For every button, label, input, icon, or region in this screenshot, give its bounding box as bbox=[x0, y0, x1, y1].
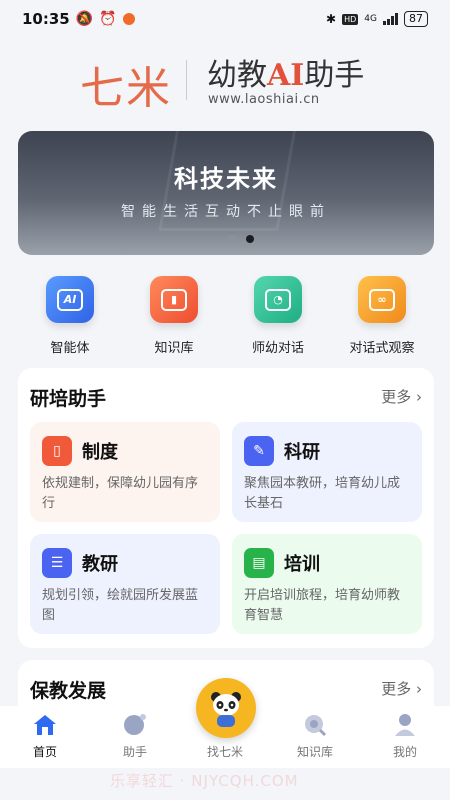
tab-label: 找七米 bbox=[206, 745, 243, 759]
promo-banner[interactable]: 科技未来 智能生活互动不止眼前 bbox=[18, 131, 434, 255]
signal-icon bbox=[383, 13, 398, 25]
quick-entry-grid: AI 智能体 ▮ 知识库 ◔ 师幼对话 ∞ 对话式观察 bbox=[18, 276, 434, 356]
battery-icon: 87 bbox=[404, 11, 428, 27]
brand-url: www.laoshiai.cn bbox=[208, 92, 320, 107]
home-icon bbox=[32, 713, 58, 737]
dialogue-icon: ◔ bbox=[254, 276, 302, 323]
tab-label: 首页 bbox=[32, 745, 57, 759]
section-title: 保教发展 bbox=[30, 680, 107, 702]
card-desc: 依规建制，保障幼儿园有序行 bbox=[42, 476, 199, 511]
knowledge-icon bbox=[302, 713, 328, 737]
tab-home[interactable]: 首页 bbox=[5, 713, 85, 760]
network-type: 4G bbox=[364, 14, 377, 24]
hd-icon: HD bbox=[342, 13, 359, 25]
logo-divider bbox=[186, 60, 187, 100]
battery-level: 87 bbox=[409, 12, 423, 25]
more-link[interactable]: 更多 › bbox=[381, 678, 422, 699]
observe-icon: ∞ bbox=[358, 276, 406, 323]
quick-entry-agent[interactable]: AI 智能体 bbox=[18, 276, 122, 356]
training-icon: ▤ bbox=[244, 548, 274, 578]
more-label: 更多 bbox=[381, 680, 412, 698]
card-title: 科研 bbox=[284, 442, 320, 463]
chevron-right-icon: › bbox=[416, 388, 422, 406]
notification-dot-icon bbox=[122, 13, 135, 25]
card-teaching[interactable]: ☰ 教研 规划引领，绘就园所发展蓝图 bbox=[30, 534, 220, 634]
brand-logo: 七米 bbox=[80, 63, 172, 114]
teaching-icon: ☰ bbox=[42, 548, 72, 578]
profile-icon bbox=[392, 713, 418, 737]
status-bar: 10:35 🔕 ⏰ ✱ HD 4G 87 bbox=[0, 0, 450, 38]
research-assistant-panel: 研培助手 更多 › ▯ 制度 依规建制，保障幼儿园有序行 ✎ 科研 聚焦园本教研… bbox=[18, 368, 434, 648]
research-icon: ✎ bbox=[244, 436, 274, 466]
quick-entry-dialogue[interactable]: ◔ 师幼对话 bbox=[226, 276, 330, 356]
card-desc: 规划引领，绘就园所发展蓝图 bbox=[42, 588, 199, 623]
quick-entry-label: 知识库 bbox=[154, 341, 194, 356]
banner-dot-2[interactable] bbox=[246, 235, 254, 243]
banner-dot-1[interactable] bbox=[228, 235, 236, 243]
title-prefix: 幼教 bbox=[207, 58, 267, 93]
panda-icon bbox=[206, 688, 246, 728]
tab-assistant[interactable]: 助手 bbox=[95, 713, 175, 760]
card-training[interactable]: ▤ 培训 开启培训旅程，培育幼师教育智慧 bbox=[232, 534, 422, 634]
assistant-icon bbox=[122, 713, 148, 737]
knowledge-base-icon: ▮ bbox=[150, 276, 198, 323]
card-title: 培训 bbox=[284, 554, 320, 575]
find-qimi-button[interactable] bbox=[196, 678, 256, 738]
watermark: 乐享轻汇 · NJYCQH.COM bbox=[110, 772, 299, 790]
more-label: 更多 bbox=[381, 388, 412, 406]
quick-entry-label: 师幼对话 bbox=[251, 341, 304, 356]
quick-entry-label: 对话式观察 bbox=[349, 341, 415, 356]
banner-title: 科技未来 bbox=[174, 165, 278, 193]
banner-subtitle: 智能生活互动不止眼前 bbox=[121, 204, 331, 220]
tab-label: 助手 bbox=[122, 745, 147, 759]
tab-label: 知识库 bbox=[296, 745, 333, 759]
quick-entry-label: 智能体 bbox=[50, 341, 90, 356]
mute-icon: 🔕 bbox=[75, 11, 94, 27]
title-suffix: 助手 bbox=[304, 58, 365, 93]
ai-agent-icon: AI bbox=[46, 276, 94, 323]
chevron-right-icon: › bbox=[416, 680, 422, 698]
card-rules[interactable]: ▯ 制度 依规建制，保障幼儿园有序行 bbox=[30, 422, 220, 522]
title-ai: AI bbox=[267, 58, 305, 93]
app-title: 幼教AI助手 bbox=[207, 50, 364, 94]
quick-entry-knowledge[interactable]: ▮ 知识库 bbox=[122, 276, 226, 356]
bluetooth-icon: ✱ bbox=[326, 12, 337, 26]
card-desc: 聚焦园本教研，培育幼儿成长基石 bbox=[244, 476, 401, 511]
card-title: 制度 bbox=[82, 442, 118, 463]
tab-label: 我的 bbox=[392, 745, 417, 759]
tab-profile[interactable]: 我的 bbox=[365, 713, 445, 760]
rules-icon: ▯ bbox=[42, 436, 72, 466]
card-desc: 开启培训旅程，培育幼师教育智慧 bbox=[244, 588, 401, 623]
brand-header: 七米 幼教AI助手 www.laoshiai.cn bbox=[0, 38, 450, 128]
alarm-icon: ⏰ bbox=[99, 11, 117, 27]
quick-entry-observe[interactable]: ∞ 对话式观察 bbox=[330, 276, 434, 356]
tab-knowledge[interactable]: 知识库 bbox=[275, 713, 355, 760]
card-title: 教研 bbox=[82, 554, 118, 575]
banner-pagination[interactable] bbox=[228, 235, 254, 243]
card-research[interactable]: ✎ 科研 聚焦园本教研，培育幼儿成长基石 bbox=[232, 422, 422, 522]
more-link[interactable]: 更多 › bbox=[381, 386, 422, 407]
section-title: 研培助手 bbox=[30, 388, 107, 410]
status-time: 10:35 bbox=[22, 10, 70, 28]
